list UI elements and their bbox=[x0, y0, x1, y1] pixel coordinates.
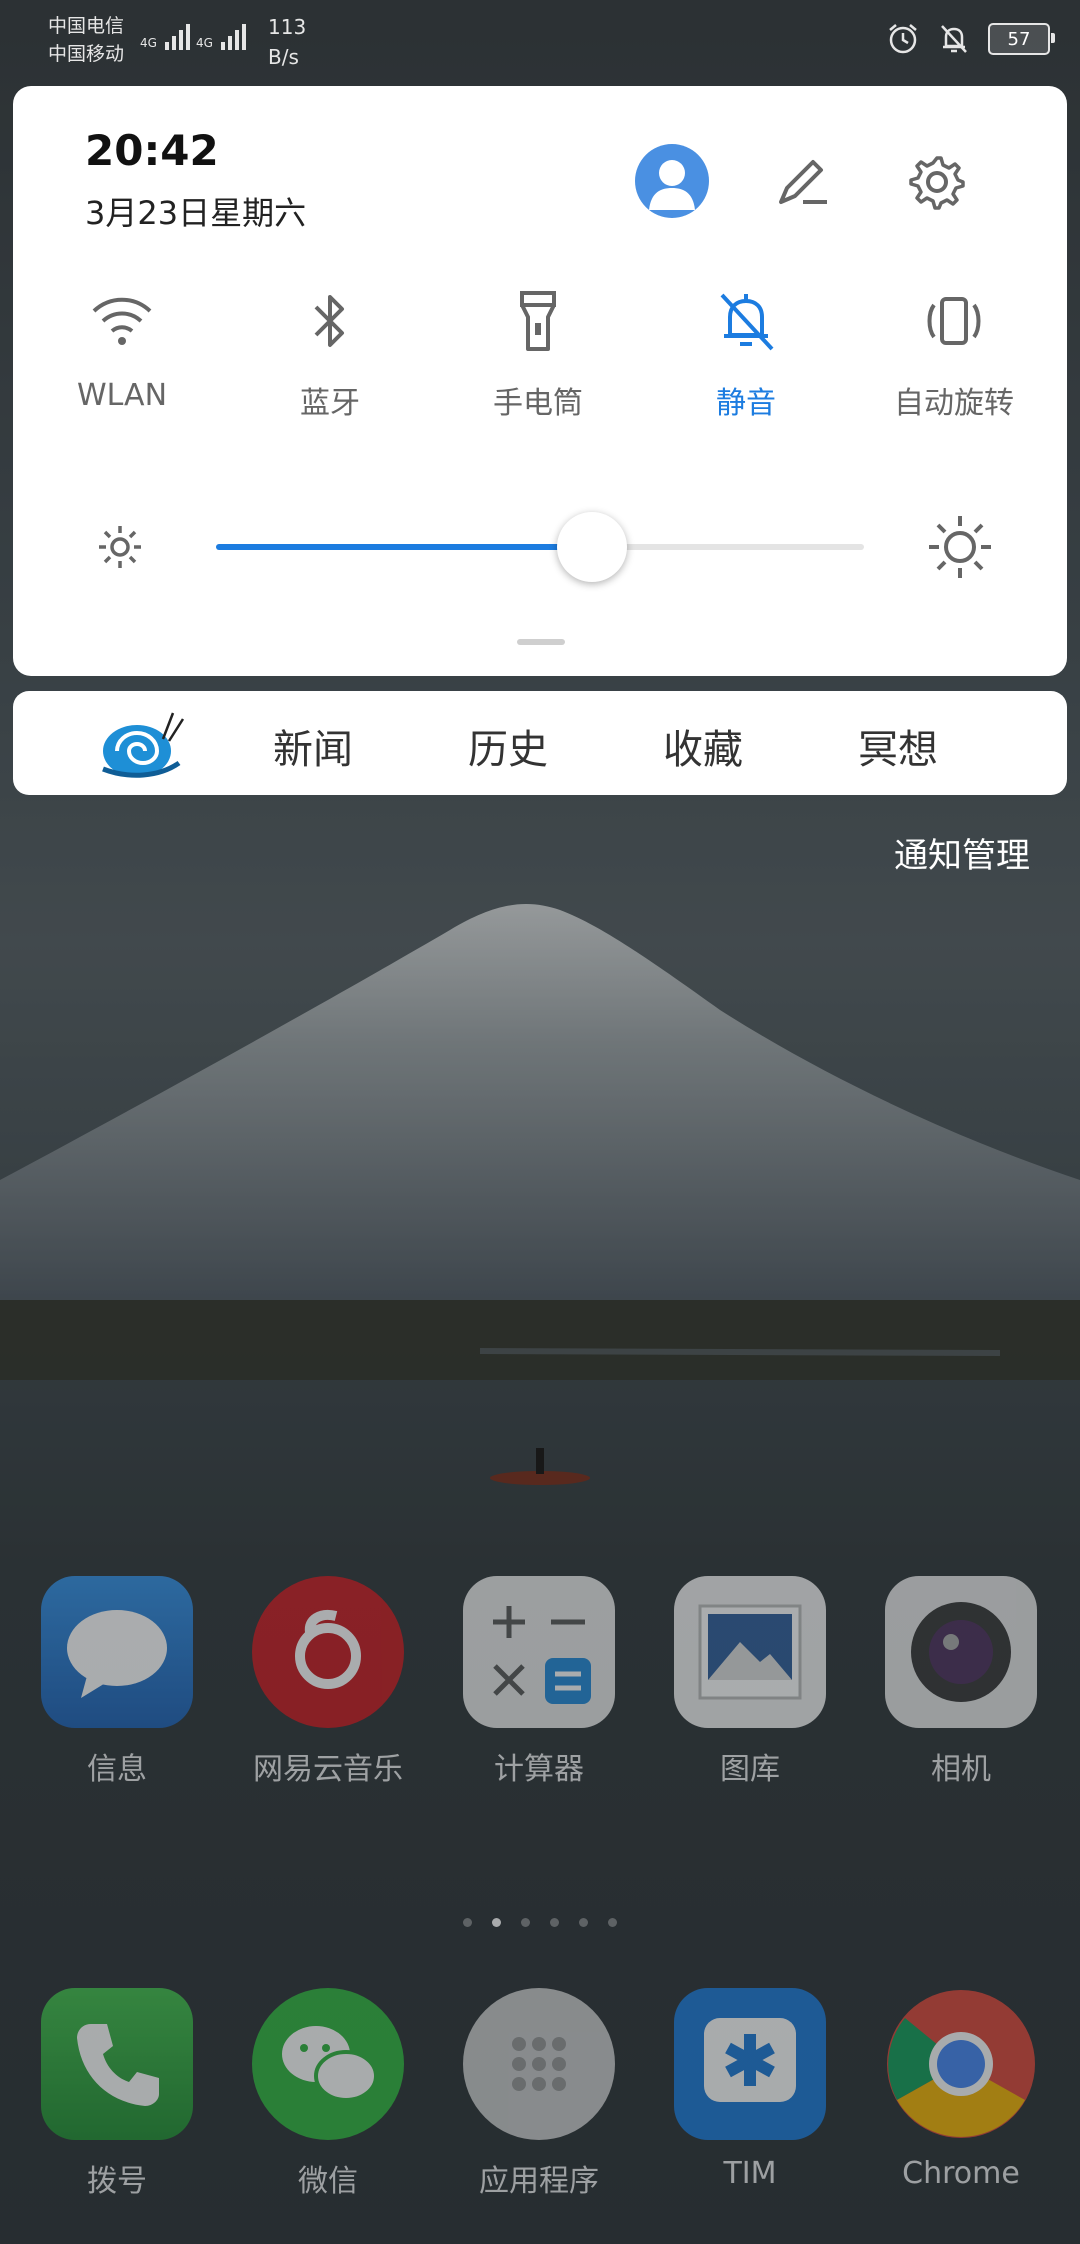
signal-indicators: 4G 4G bbox=[140, 20, 246, 50]
brightness-low-icon bbox=[99, 526, 141, 568]
news-tab-history[interactable]: 历史 bbox=[468, 717, 548, 775]
app-label: TIM bbox=[723, 2156, 777, 2191]
camera-icon bbox=[885, 1576, 1037, 1728]
net-type-1: 4G bbox=[140, 36, 157, 50]
tile-bluetooth[interactable]: 蓝牙 bbox=[240, 286, 420, 422]
carrier-2: 中国移动 bbox=[48, 43, 125, 65]
settings-gear-icon[interactable] bbox=[903, 148, 971, 216]
signal-bars-icon bbox=[164, 20, 190, 50]
news-notification-bar: 新闻 历史 收藏 冥想 bbox=[13, 691, 1067, 795]
app-label: 信息 bbox=[87, 1752, 147, 1787]
speed-unit: B/s bbox=[268, 45, 299, 69]
app-label: 微信 bbox=[298, 2164, 358, 2199]
avatar-icon[interactable] bbox=[635, 144, 709, 218]
net-type-2: 4G bbox=[195, 36, 213, 50]
tile-mute[interactable]: 静音 bbox=[656, 286, 836, 422]
app-wechat[interactable]: 微信 bbox=[238, 1988, 418, 2200]
brightness-control bbox=[13, 506, 1067, 586]
speed-value: 113 bbox=[268, 15, 307, 39]
tile-label: 手电筒 bbox=[493, 386, 583, 421]
news-tab-news[interactable]: 新闻 bbox=[273, 717, 353, 775]
app-label: 拨号 bbox=[87, 2164, 147, 2199]
app-netease-music[interactable]: 网易云音乐 bbox=[238, 1576, 418, 1788]
news-tab-meditation[interactable]: 冥想 bbox=[858, 717, 938, 775]
tile-flashlight[interactable]: 手电筒 bbox=[448, 286, 628, 422]
app-drawer[interactable]: 应用程序 bbox=[449, 1988, 629, 2200]
mute-bell-icon bbox=[720, 293, 774, 351]
app-label: Chrome bbox=[902, 2156, 1020, 2191]
tim-icon bbox=[674, 1988, 826, 2140]
quick-tiles: WLAN 蓝牙 手电筒 静音 自动旋转 bbox=[13, 286, 1067, 421]
app-label: 应用程序 bbox=[479, 2164, 599, 2199]
brightness-thumb[interactable] bbox=[556, 512, 627, 582]
alarm-icon bbox=[889, 24, 917, 54]
app-label: 图库 bbox=[720, 1752, 780, 1787]
brightness-slider[interactable] bbox=[216, 512, 864, 582]
tile-label: WLAN bbox=[76, 378, 168, 413]
app-chrome[interactable]: Chrome bbox=[871, 1988, 1051, 2191]
netease-music-icon bbox=[252, 1576, 404, 1728]
brightness-fill bbox=[216, 544, 592, 550]
app-drawer-icon bbox=[463, 1988, 615, 2140]
bluetooth-icon bbox=[314, 295, 344, 347]
panel-drag-handle[interactable] bbox=[517, 639, 565, 645]
quick-settings-panel: 20:42 3月23日星期六 WLAN 蓝牙 手电筒 静音 自动旋转 bbox=[13, 86, 1067, 676]
brightness-high-icon bbox=[929, 516, 991, 578]
network-speed: 113 B/s bbox=[268, 12, 306, 72]
app-calculator[interactable]: 计算器 bbox=[449, 1576, 629, 1788]
app-camera[interactable]: 相机 bbox=[871, 1576, 1051, 1788]
tile-label: 静音 bbox=[716, 386, 776, 421]
flashlight-icon bbox=[520, 291, 556, 351]
news-tab-favorites[interactable]: 收藏 bbox=[663, 717, 743, 775]
snail-logo-icon[interactable] bbox=[99, 703, 185, 783]
tile-label: 蓝牙 bbox=[300, 386, 360, 421]
signal-bars-icon bbox=[220, 20, 246, 50]
edit-pencil-icon[interactable] bbox=[767, 148, 835, 216]
carrier-names: 中国电信 中国移动 bbox=[48, 12, 124, 68]
phone-icon bbox=[41, 1988, 193, 2140]
panel-date[interactable]: 3月23日星期六 bbox=[85, 188, 306, 234]
panel-clock: 20:42 bbox=[85, 126, 219, 175]
calculator-icon bbox=[463, 1576, 615, 1728]
app-tim[interactable]: TIM bbox=[660, 1988, 840, 2191]
app-label: 网易云音乐 bbox=[253, 1752, 403, 1787]
battery-level: 57 bbox=[1007, 28, 1031, 50]
wechat-icon bbox=[252, 1988, 404, 2140]
tile-wlan[interactable]: WLAN bbox=[32, 286, 212, 413]
mute-bell-icon bbox=[941, 25, 967, 53]
gallery-icon bbox=[674, 1576, 826, 1728]
battery-icon: 57 bbox=[988, 23, 1055, 55]
carrier-1: 中国电信 bbox=[48, 15, 125, 37]
messages-icon bbox=[41, 1576, 193, 1728]
app-phone[interactable]: 拨号 bbox=[27, 1988, 207, 2200]
app-gallery[interactable]: 图库 bbox=[660, 1576, 840, 1788]
wifi-icon bbox=[92, 297, 152, 345]
notification-management-link[interactable]: 通知管理 bbox=[894, 828, 1030, 877]
chrome-icon bbox=[885, 1988, 1037, 2140]
tile-label: 自动旋转 bbox=[894, 386, 1014, 421]
auto-rotate-icon bbox=[927, 297, 981, 345]
app-label: 计算器 bbox=[494, 1752, 584, 1787]
tile-auto-rotate[interactable]: 自动旋转 bbox=[864, 286, 1044, 422]
app-messages[interactable]: 信息 bbox=[27, 1576, 207, 1788]
status-bar: 中国电信 中国移动 4G 4G 113 B/s 57 bbox=[0, 0, 1080, 80]
app-label: 相机 bbox=[931, 1752, 991, 1787]
page-indicator bbox=[0, 1918, 1080, 1927]
